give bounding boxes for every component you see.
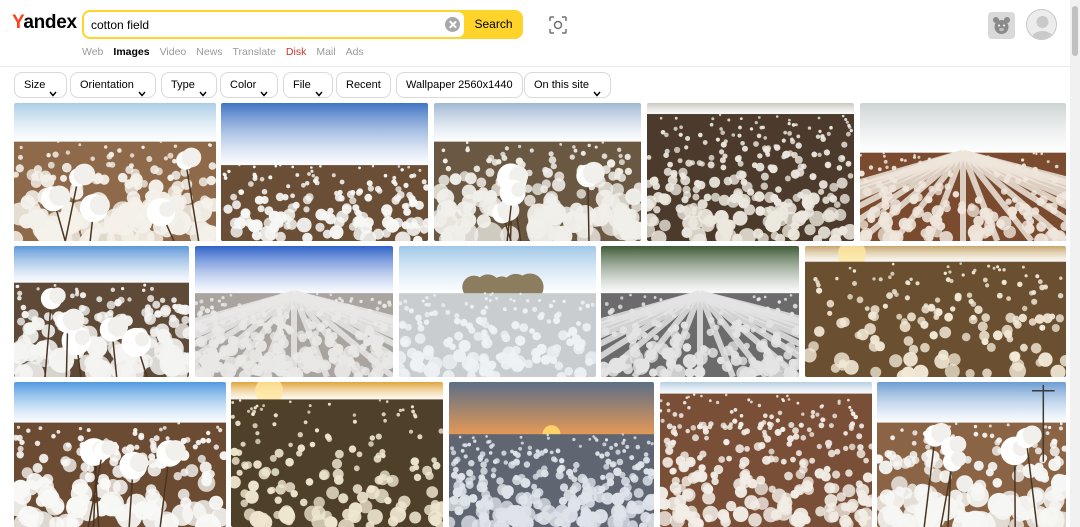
filter-bar: Size Orientation Type Color File Recent Wallpa…	[0, 66, 1070, 102]
filter-label: Orientation	[80, 79, 134, 91]
chevron-down-icon	[260, 82, 268, 97]
tab-disk[interactable]: Disk	[286, 45, 306, 59]
avatar-icon[interactable]	[1026, 9, 1057, 40]
filter-type[interactable]: Type	[161, 72, 217, 98]
tab-mail[interactable]: Mail	[316, 45, 335, 59]
camera-search-icon[interactable]	[548, 15, 568, 35]
image-result-cotton-rows-clear-sky[interactable]	[195, 246, 393, 377]
image-result-cotton-sunset-horizon[interactable]	[449, 382, 654, 527]
image-result-cotton-closeup-blue-sky[interactable]	[14, 103, 216, 241]
filter-label: Color	[230, 79, 257, 91]
scrollbar-thumb[interactable]	[1072, 6, 1078, 56]
search-button[interactable]: Search	[466, 12, 521, 37]
tab-web[interactable]: Web	[82, 45, 103, 59]
image-result-cotton-trees-horizon[interactable]	[399, 246, 596, 377]
filter-orientation[interactable]: Orientation	[70, 72, 156, 98]
service-tabs: Web Images Video News Translate Disk Mail Ads	[82, 45, 364, 59]
chevron-down-icon	[138, 82, 146, 97]
chevron-down-icon	[49, 82, 57, 97]
tab-translate[interactable]: Translate	[233, 45, 276, 59]
filter-label: File	[293, 79, 311, 91]
image-result-cotton-rows-tree-line[interactable]	[601, 246, 799, 377]
filter-file[interactable]: File	[283, 72, 333, 98]
image-result-cotton-evening-field[interactable]	[660, 382, 872, 527]
image-result-cotton-sunset-closeup[interactable]	[231, 382, 443, 527]
filter-size[interactable]: Size	[14, 72, 68, 98]
tab-news[interactable]: News	[196, 45, 222, 59]
image-result-cotton-branch-cloudy[interactable]	[14, 246, 189, 377]
filter-color[interactable]: Color	[220, 72, 279, 98]
filter-wallpaper-2560x1440[interactable]: Wallpaper 2560x1440	[396, 72, 523, 98]
image-result-cotton-dense-field[interactable]	[647, 103, 854, 241]
filter-label: Size	[24, 79, 46, 91]
tab-ads[interactable]: Ads	[346, 45, 364, 59]
chevron-down-icon	[199, 82, 207, 97]
tab-images[interactable]: Images	[113, 45, 149, 59]
image-result-cotton-boll-blue-sky[interactable]	[14, 382, 226, 527]
image-result-cotton-row-hazy[interactable]	[860, 103, 1066, 241]
search-field-container	[84, 12, 464, 37]
chevron-down-icon	[593, 82, 601, 97]
image-result-cotton-power-pole[interactable]	[877, 382, 1066, 527]
top-bar: Yandex Search Web Images Video News Translat…	[0, 0, 1080, 66]
image-grid	[0, 102, 1070, 527]
filter-label: On this site	[534, 79, 590, 91]
filter-recent[interactable]: Recent	[336, 72, 391, 98]
image-result-cotton-golden-rows[interactable]	[805, 246, 1066, 377]
yandex-logo[interactable]: Yandex	[12, 11, 77, 35]
bear-icon[interactable]	[988, 12, 1015, 39]
chevron-down-icon	[315, 82, 323, 97]
filter-label: Type	[171, 79, 195, 91]
image-result-cotton-rows-bright-sky[interactable]	[221, 103, 428, 241]
filter-label: Recent	[346, 79, 381, 91]
scrollbar[interactable]	[1070, 0, 1080, 527]
image-result-cotton-bolls-pale-sky[interactable]	[434, 103, 641, 241]
search-input[interactable]	[91, 12, 431, 37]
search-box: Search	[82, 10, 523, 39]
filter-label: Wallpaper 2560x1440	[406, 79, 513, 91]
tab-video[interactable]: Video	[160, 45, 187, 59]
clear-icon[interactable]	[445, 17, 460, 32]
filter-on-this-site[interactable]: On this site	[524, 72, 612, 98]
